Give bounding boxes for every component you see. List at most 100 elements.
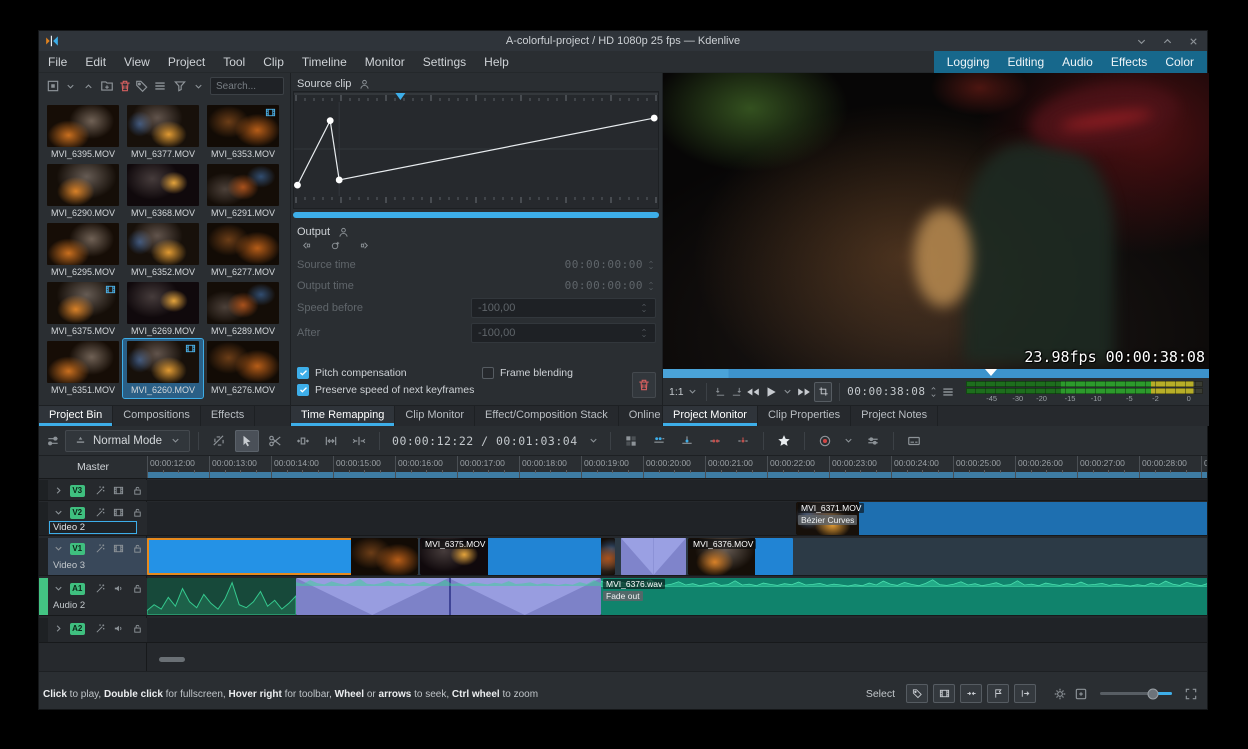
bin-clip[interactable]: MVI_6352.MOV <box>123 221 203 280</box>
monitor-timecode[interactable]: 00:00:38:08 <box>847 385 925 398</box>
bin-clip[interactable]: MVI_6269.MOV <box>123 280 203 339</box>
bin-clip[interactable]: MVI_6290.MOV <box>43 162 123 221</box>
track-lock-icon[interactable] <box>130 621 145 637</box>
add-clip-button[interactable] <box>45 78 61 94</box>
checkbox-frame-blending[interactable]: Frame blending <box>482 364 627 381</box>
remap-keyframe-curve[interactable] <box>293 91 659 209</box>
timeline-settings-icon[interactable] <box>45 433 61 449</box>
selection-tool[interactable] <box>235 429 260 452</box>
menu-tool[interactable]: Tool <box>214 52 254 72</box>
timecode-spinner[interactable] <box>929 385 938 399</box>
remap-tab-time-remapping[interactable]: Time Remapping <box>291 406 396 426</box>
timeline-audio-clip[interactable] <box>147 578 296 615</box>
loop-zone-button[interactable] <box>814 381 833 402</box>
search-input[interactable] <box>210 77 285 95</box>
bin-clip[interactable]: MVI_6351.MOV <box>43 339 123 398</box>
up-button[interactable] <box>81 78 97 94</box>
subtitle-tool-button[interactable] <box>902 430 926 452</box>
track-lock-icon[interactable] <box>130 581 145 597</box>
slip-tool[interactable] <box>319 430 343 452</box>
bin-clip[interactable]: MVI_6375.MOV <box>43 280 123 339</box>
track-badge[interactable]: V3 <box>69 484 85 497</box>
timeline-clip-mvi-6376-mov[interactable]: MVI_6376.MOV <box>688 538 793 575</box>
field-value[interactable]: -100,00 <box>471 297 656 318</box>
close-button[interactable] <box>1185 33 1201 49</box>
checkbox-preserve-speed-of-next-keyframes[interactable]: Preserve speed of next keyframes <box>297 381 482 398</box>
bin-clip[interactable]: MVI_6395.MOV <box>43 103 123 162</box>
zone-out-icon[interactable] <box>730 384 743 400</box>
chevron-down-icon[interactable] <box>586 433 602 449</box>
menu-edit[interactable]: Edit <box>76 52 115 72</box>
track-collapse-icon[interactable] <box>51 581 66 597</box>
tags-button[interactable] <box>134 78 150 94</box>
create-folder-button[interactable] <box>99 78 115 94</box>
bin-clip[interactable]: MVI_6353.MOV <box>203 103 283 162</box>
chevron-down-icon[interactable] <box>687 384 700 400</box>
show-audio-thumbnails-toggle[interactable] <box>960 684 982 703</box>
ripple-tool[interactable] <box>347 430 371 452</box>
bin-clip[interactable]: MVI_6260.MOV <box>122 338 204 399</box>
menu-view[interactable]: View <box>115 52 159 72</box>
add-clip-chevron-icon[interactable] <box>63 78 79 94</box>
track-gutter[interactable] <box>39 502 48 535</box>
bin-tab-project-bin[interactable]: Project Bin <box>39 406 114 426</box>
field-value[interactable]: -100,00 <box>471 322 656 343</box>
workspace-color[interactable]: Color <box>1156 52 1203 72</box>
delete-clip-button[interactable] <box>117 78 133 94</box>
bin-clip[interactable]: MVI_6368.MOV <box>123 162 203 221</box>
bin-tab-compositions[interactable]: Compositions <box>113 406 201 426</box>
menu-timeline[interactable]: Timeline <box>293 52 356 72</box>
track-badge[interactable]: A2 <box>69 622 85 635</box>
track-lane-a2[interactable] <box>147 618 1207 643</box>
mixed-audio-video-button[interactable] <box>619 430 643 452</box>
track-badge[interactable]: V2 <box>69 506 85 519</box>
spacer-tool[interactable] <box>291 430 315 452</box>
workspace-editing[interactable]: Editing <box>998 52 1053 72</box>
track-effects-icon[interactable] <box>93 483 108 499</box>
maximize-button[interactable] <box>1159 33 1175 49</box>
add-keyframe-icon[interactable] <box>327 237 343 253</box>
track-name-input[interactable] <box>49 521 137 534</box>
play-button[interactable] <box>763 384 779 400</box>
show-marker-comments-toggle[interactable] <box>987 684 1009 703</box>
zone-in-icon[interactable] <box>714 384 727 400</box>
track-collapse-icon[interactable] <box>51 541 66 557</box>
timeline-clip[interactable] <box>147 538 418 575</box>
track-lock-icon[interactable] <box>130 483 145 499</box>
remap-tab-effect-composition-stack[interactable]: Effect/Composition Stack <box>475 406 619 426</box>
track-collapse-icon[interactable] <box>51 621 66 637</box>
timeline-clip-mvi-6375-mov[interactable]: MVI_6375.MOV <box>420 538 615 575</box>
remap-zoombar[interactable] <box>293 212 659 218</box>
bin-clip[interactable]: MVI_6291.MOV <box>203 162 283 221</box>
menu-help[interactable]: Help <box>475 52 518 72</box>
track-gutter[interactable] <box>39 480 48 500</box>
bin-clip[interactable]: MVI_6277.MOV <box>203 221 283 280</box>
track-header-a2[interactable]: A2 <box>39 618 147 643</box>
razor-tool[interactable] <box>263 430 287 452</box>
timeline-audio-clip-mvi-6376-wav[interactable]: MVI_6376.wav Fade out <box>601 578 1207 615</box>
audio-crossfade[interactable] <box>296 578 601 615</box>
monitor-zoom-level[interactable]: 1:1 <box>669 386 684 398</box>
monitor-tab-clip-properties[interactable]: Clip Properties <box>758 406 852 426</box>
timeline-ruler[interactable]: 00:00:12:00 00:00:13:00 00:00:14:00 00:0… <box>147 456 1207 479</box>
menu-project[interactable]: Project <box>159 52 214 72</box>
lift-zone-button[interactable] <box>731 430 755 452</box>
preview-render-icon[interactable] <box>1052 686 1068 702</box>
track-effects-icon[interactable] <box>93 621 108 637</box>
track-effects-icon[interactable] <box>93 541 108 557</box>
show-markers-toggle[interactable] <box>906 684 928 703</box>
track-lock-icon[interactable] <box>130 505 145 521</box>
workspace-effects[interactable]: Effects <box>1102 52 1156 72</box>
track-collapse-icon[interactable] <box>51 483 66 499</box>
track-collapse-icon[interactable] <box>51 505 66 521</box>
track-lane-v1[interactable]: MVI_6375.MOV MVI_6376.MOV <box>147 538 1207 576</box>
fit-zone-icon[interactable] <box>1073 686 1089 702</box>
track-badge[interactable]: V1 <box>69 542 85 555</box>
bin-clip[interactable]: MVI_6289.MOV <box>203 280 283 339</box>
track-badge[interactable]: A1 <box>69 582 85 595</box>
bin-clip[interactable]: MVI_6276.MOV <box>203 339 283 398</box>
master-track-button[interactable]: Master <box>39 456 147 479</box>
track-hide-icon[interactable] <box>112 483 127 499</box>
track-header-v3[interactable]: V3 <box>39 480 147 501</box>
spinner-icon[interactable] <box>639 327 649 339</box>
